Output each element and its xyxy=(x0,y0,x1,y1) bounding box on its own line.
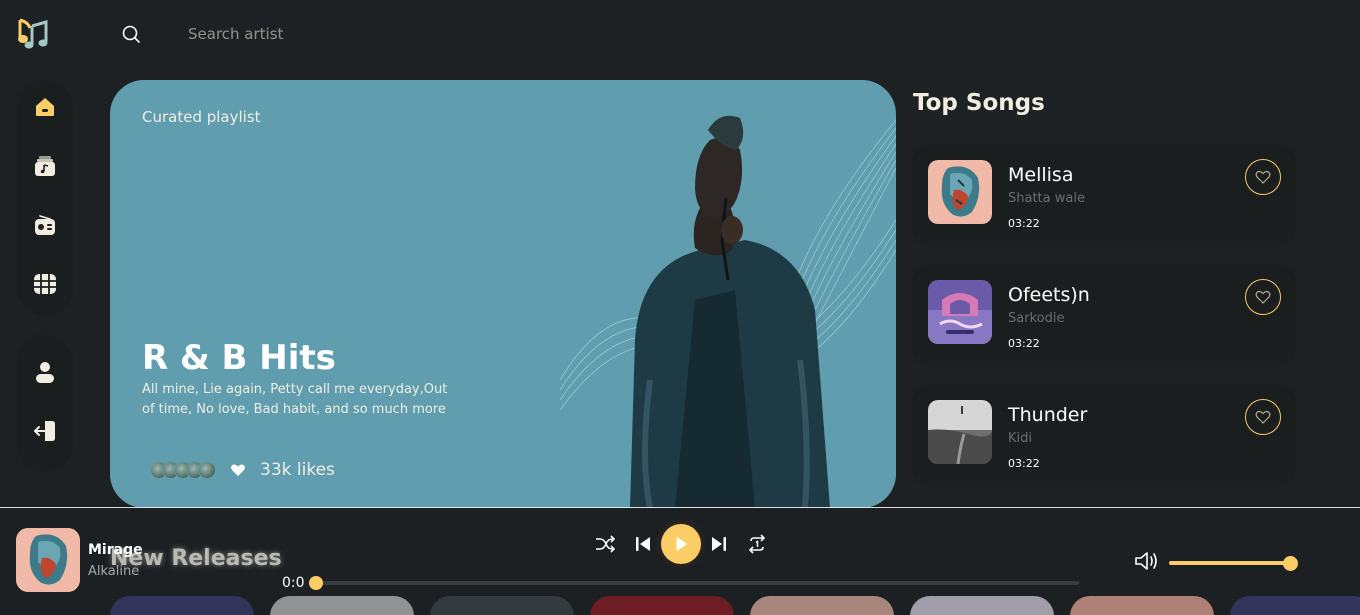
radio-icon xyxy=(35,215,55,235)
song-duration: 03:22 xyxy=(1008,217,1040,230)
sidebar-item-radio[interactable] xyxy=(32,213,58,237)
album-cover xyxy=(928,160,992,224)
heart-outline-icon xyxy=(1255,290,1271,304)
volume-thumb[interactable] xyxy=(1283,556,1298,571)
release-tile[interactable] xyxy=(110,596,254,615)
song-card[interactable]: Mellisa Shatta wale 03:22 xyxy=(912,144,1296,246)
logout-icon xyxy=(34,421,55,441)
current-time: 0:0 xyxy=(282,575,305,591)
top-songs-title: Top Songs xyxy=(913,90,1045,116)
user-icon xyxy=(36,362,54,383)
song-card[interactable]: Ofeets)n Sarkodie 03:22 xyxy=(912,264,1296,366)
sidebar-item-profile[interactable] xyxy=(32,360,58,384)
likes-count: 33k likes xyxy=(260,460,335,480)
repeat-button[interactable] xyxy=(746,534,768,554)
music-notes-icon[interactable] xyxy=(16,16,50,50)
shuffle-button[interactable] xyxy=(594,534,616,554)
heart-outline-icon xyxy=(1255,170,1271,184)
play-icon xyxy=(676,536,688,552)
song-artist: Sarkodie xyxy=(1008,311,1065,326)
volume-icon[interactable] xyxy=(1134,550,1160,572)
now-playing-title: Mirage xyxy=(88,542,143,558)
repeat-one-icon xyxy=(748,534,766,554)
like-button[interactable] xyxy=(1245,399,1281,435)
sidebar-main-nav xyxy=(17,80,73,316)
curated-playlist-banner[interactable]: Curated playlist R & B Hits All mine, Li… xyxy=(110,80,896,508)
song-artist: Kidi xyxy=(1008,431,1033,446)
artist-photo xyxy=(559,115,896,508)
song-duration: 03:22 xyxy=(1008,457,1040,470)
hero-likes: 33k likes xyxy=(150,460,335,480)
videos-icon xyxy=(34,274,56,294)
song-title: Thunder xyxy=(1008,404,1088,426)
now-playing-artist: Alkaline xyxy=(88,564,140,579)
volume-fill xyxy=(1169,561,1285,565)
song-artist: Shatta wale xyxy=(1008,191,1085,206)
hero-description: All mine, Lie again, Petty call me every… xyxy=(142,382,448,417)
volume-slider[interactable] xyxy=(1169,561,1291,565)
album-cover xyxy=(928,280,992,344)
song-title: Mellisa xyxy=(1008,164,1074,186)
heart-icon[interactable] xyxy=(230,462,246,478)
sidebar-account-nav xyxy=(17,334,73,472)
like-button[interactable] xyxy=(1245,279,1281,315)
previous-icon xyxy=(636,537,650,551)
play-button[interactable] xyxy=(661,524,701,564)
progress-bar[interactable] xyxy=(315,581,1079,585)
release-tile[interactable] xyxy=(1230,596,1360,615)
song-duration: 03:22 xyxy=(1008,337,1040,350)
sidebar-item-videos[interactable] xyxy=(32,272,58,296)
release-tile[interactable] xyxy=(750,596,894,615)
album-cover xyxy=(928,400,992,464)
progress-thumb[interactable] xyxy=(309,576,323,590)
heart-outline-icon xyxy=(1255,410,1271,424)
hero-label: Curated playlist xyxy=(142,108,261,126)
listener-avatars xyxy=(150,461,216,479)
sidebar-item-logout[interactable] xyxy=(32,419,58,443)
release-tile[interactable] xyxy=(270,596,414,615)
release-tile[interactable] xyxy=(590,596,734,615)
song-title: Ofeets)n xyxy=(1008,284,1090,306)
now-playing-cover xyxy=(16,528,80,592)
home-icon xyxy=(36,98,54,116)
like-button[interactable] xyxy=(1245,159,1281,195)
music-library-icon xyxy=(35,156,55,176)
release-tile[interactable] xyxy=(910,596,1054,615)
release-tile[interactable] xyxy=(430,596,574,615)
release-tile[interactable] xyxy=(1070,596,1214,615)
shuffle-icon xyxy=(596,535,615,553)
sidebar-item-home[interactable] xyxy=(32,95,58,119)
next-button[interactable] xyxy=(708,534,730,554)
avatar xyxy=(198,461,216,479)
search-icon[interactable] xyxy=(121,24,141,44)
search-input[interactable] xyxy=(188,22,488,46)
previous-button[interactable] xyxy=(632,534,654,554)
sidebar-item-playlist[interactable] xyxy=(32,154,58,178)
song-card[interactable]: Thunder Kidi 03:22 xyxy=(912,384,1296,486)
hero-title: R & B Hits xyxy=(142,338,336,378)
next-icon xyxy=(712,537,726,551)
